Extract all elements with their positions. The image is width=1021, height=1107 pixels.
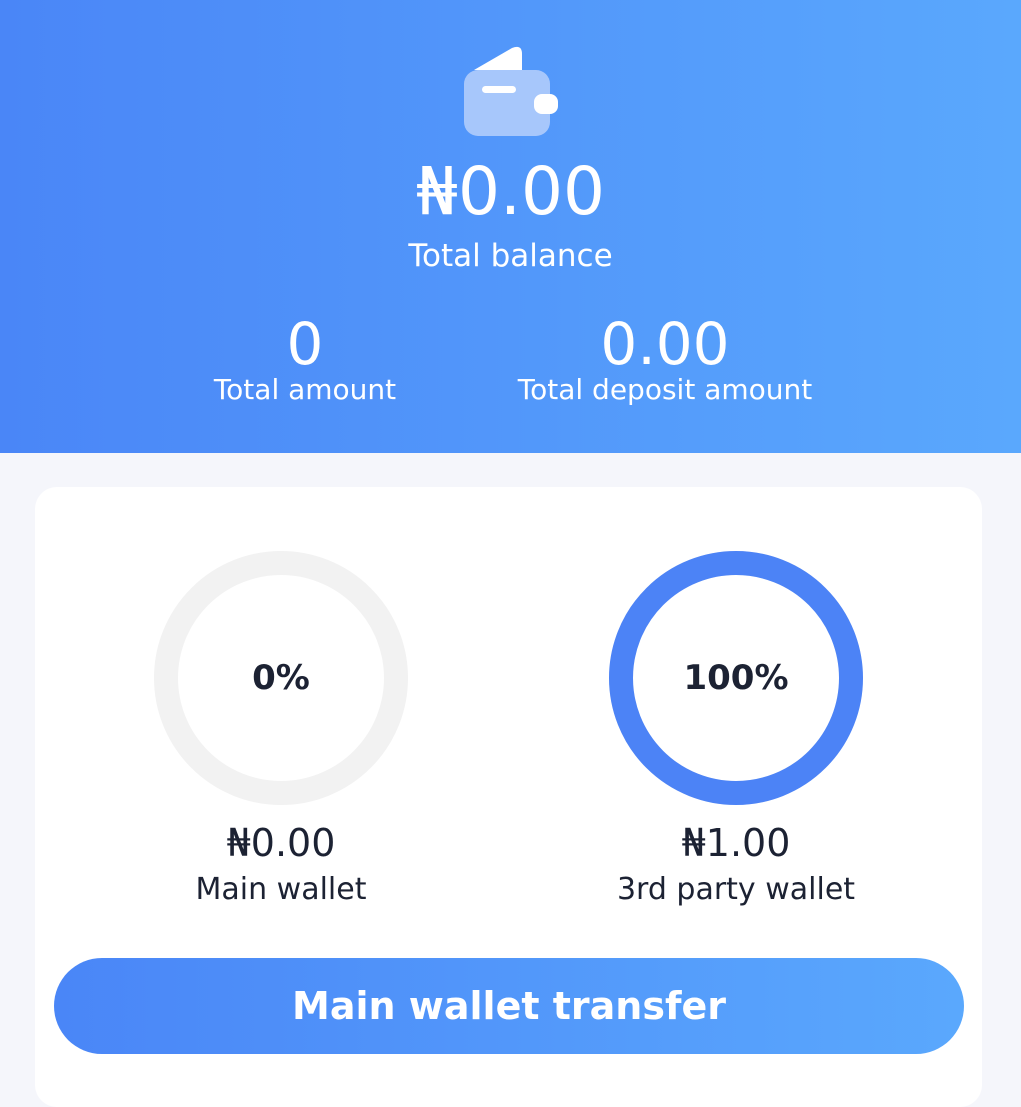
main-wallet-amount: ₦0.00	[226, 821, 336, 865]
main-wallet-transfer-button[interactable]: Main wallet transfer	[54, 958, 964, 1054]
total-balance-label: Total balance	[408, 238, 613, 274]
total-deposit-value: 0.00	[600, 310, 730, 378]
wallet-icon	[464, 46, 558, 136]
main-wallet-label: Main wallet	[195, 872, 367, 907]
third-party-wallet-amount: ₦1.00	[681, 821, 791, 865]
total-deposit-stat: 0.00 Total deposit amount	[490, 312, 840, 408]
total-amount-value: 0	[286, 310, 324, 378]
balance-header: ₦0.00 Total balance 0 Total amount 0.00 …	[0, 0, 1021, 453]
total-amount-stat: 0 Total amount	[180, 312, 430, 408]
total-deposit-label: Total deposit amount	[517, 373, 813, 406]
total-balance-value: ₦0.00	[416, 153, 605, 230]
third-party-wallet-label: 3rd party wallet	[616, 872, 856, 907]
third-party-wallet-ring: 100%	[609, 551, 863, 805]
main-wallet-ring: 0%	[154, 551, 408, 805]
total-amount-label: Total amount	[213, 373, 397, 406]
third-party-wallet-percent: 100%	[683, 658, 789, 698]
main-wallet-percent: 0%	[252, 658, 310, 698]
